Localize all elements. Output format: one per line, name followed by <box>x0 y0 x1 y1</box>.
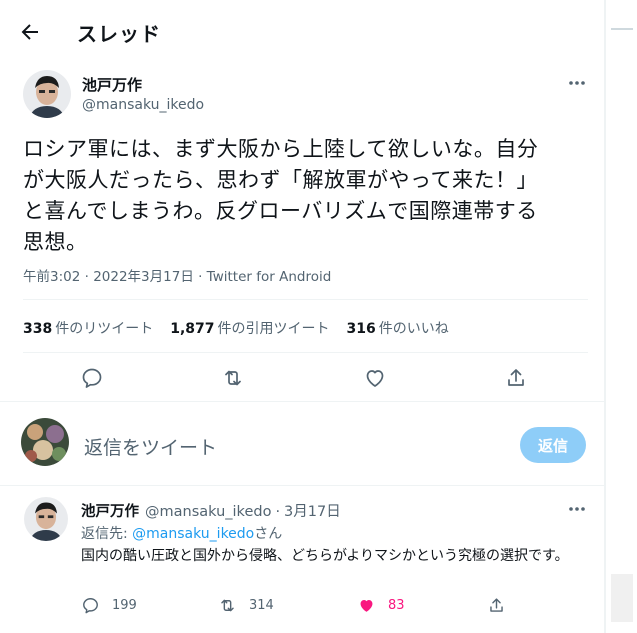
like-stat[interactable]: 316 件のいいね <box>347 318 449 338</box>
retweet-stat[interactable]: 338 件のリツイート <box>23 318 153 338</box>
retweet-icon[interactable] <box>221 366 245 390</box>
reply-count: 199 <box>112 598 137 613</box>
retweet-icon <box>221 599 234 612</box>
retweet-count: 314 <box>249 598 274 613</box>
thread-panel: スレッド 池戸万作 @mansaku_ikedo ロシア軍には、まず大阪から上陸… <box>0 0 605 633</box>
reply-like-button[interactable]: 83 <box>357 596 405 615</box>
divider <box>0 401 604 402</box>
reply-to-link[interactable]: @mansaku_ikedo <box>132 526 254 542</box>
reply-action-bar: 199 314 83 <box>81 596 551 620</box>
right-column-edge <box>605 0 637 633</box>
author-handle[interactable]: @mansaku_ikedo <box>82 97 204 113</box>
share-icon[interactable] <box>504 366 528 390</box>
avatar[interactable] <box>24 497 68 541</box>
header: スレッド <box>0 0 604 60</box>
divider <box>0 485 604 486</box>
reply-button[interactable]: 返信 <box>520 427 586 463</box>
action-bar <box>0 360 604 396</box>
avatar[interactable] <box>23 70 71 118</box>
back-arrow-icon[interactable] <box>18 20 42 44</box>
tweet-meta[interactable]: 午前3:02 · 2022年3月17日 · Twitter for Androi… <box>23 265 331 285</box>
my-avatar[interactable] <box>21 418 69 466</box>
more-icon[interactable] <box>566 74 588 92</box>
reply-date[interactable]: 3月17日 <box>284 504 341 520</box>
more-icon[interactable] <box>566 500 588 518</box>
tweet-text: ロシア軍には、まず大阪から上陸して欲しいな。自分 が大阪人だったら、思わず「解放… <box>23 137 539 254</box>
reply-share-button[interactable] <box>487 596 506 615</box>
reply-text: 国内の酷い圧政と国外から侵略、どちらがよりマシかという究極の選択です。 <box>81 548 569 564</box>
page-title: スレッド <box>77 22 161 46</box>
reply-author-name[interactable]: 池戸万作 <box>81 504 139 520</box>
separator: · <box>275 504 281 520</box>
like-icon[interactable] <box>363 366 387 390</box>
divider <box>23 299 588 300</box>
quote-stat[interactable]: 1,877 件の引用ツイート <box>170 318 329 338</box>
like-count: 83 <box>388 598 405 613</box>
reply-author-handle[interactable]: @mansaku_ikedo <box>145 504 271 520</box>
stats-row: 338 件のリツイート 1,877 件の引用ツイート 316 件のいいね <box>23 318 449 338</box>
author-name[interactable]: 池戸万作 <box>82 74 142 95</box>
reply-icon <box>83 598 98 614</box>
like-icon <box>360 599 373 612</box>
reply-retweet-button[interactable]: 314 <box>218 596 274 615</box>
reply-header: 池戸万作 @mansaku_ikedo · 3月17日 <box>81 500 341 521</box>
reply-reply-button[interactable]: 199 <box>81 596 137 615</box>
reply-input[interactable]: 返信をツイート <box>84 433 217 460</box>
reply-to-line: 返信先: @mansaku_ikedoさん <box>81 526 283 542</box>
divider <box>23 352 588 353</box>
reply-icon[interactable] <box>80 366 104 390</box>
share-icon <box>490 598 503 612</box>
